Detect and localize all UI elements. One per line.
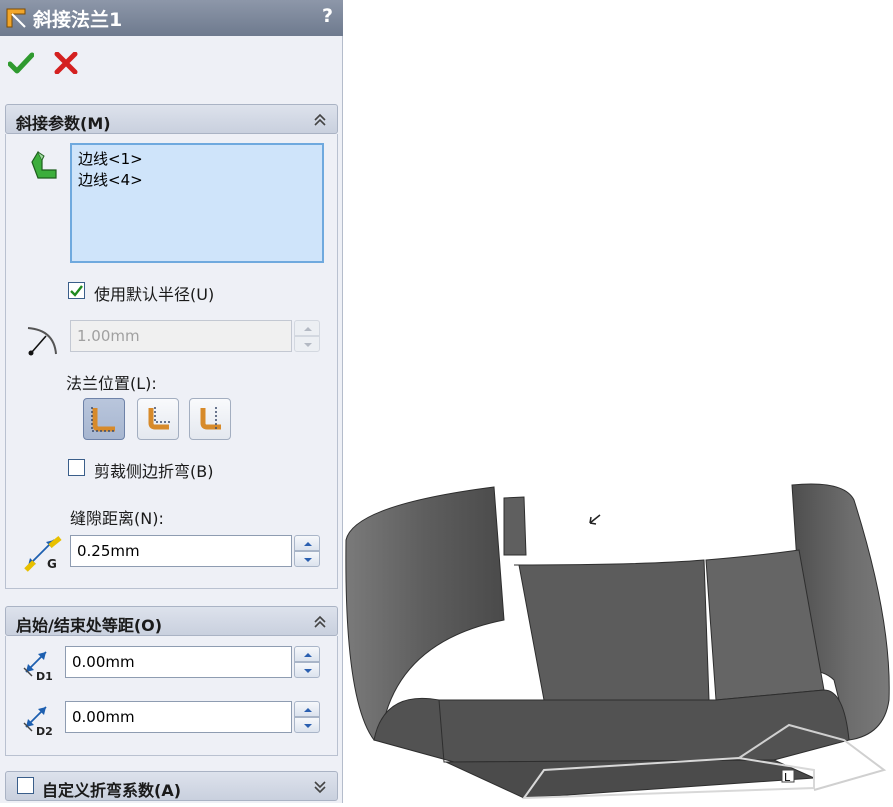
edge-selection-icon [31,150,57,179]
bend-radius-icon [27,327,57,356]
expand-chevron-icon[interactable] [313,780,327,794]
miter-params-header[interactable]: 斜接参数(M) [5,104,338,134]
list-item[interactable]: 边线<1> [78,149,316,170]
custom-bend-checkbox[interactable] [17,777,34,794]
use-default-radius-label: 使用默认半径(U) [94,285,215,304]
x-cancel-icon[interactable] [54,52,78,74]
spin-up-icon [304,653,312,657]
spin-up-icon [304,542,312,546]
edge-selection-list[interactable]: 边线<1> 边线<4> [70,143,324,263]
material-inside-button[interactable] [83,398,125,440]
spin-down-icon [304,558,312,562]
custom-bend-header[interactable]: 自定义折弯系数(A) [5,771,338,801]
d1-icon-letter: D1 [36,670,53,683]
sheet-metal-model[interactable]: L [344,0,893,803]
bend-outside-button[interactable] [189,398,231,440]
material-inside-icon [91,407,116,432]
spin-down-icon [304,724,312,728]
spin-down-icon [304,669,312,673]
material-outside-icon [148,407,170,430]
graphics-area[interactable]: L [344,0,893,803]
flange-position-label: 法兰位置(L): [66,374,157,393]
gap-distance-label: 缝隙距离(N): [70,509,164,528]
start-offset-spinner[interactable] [294,646,320,678]
offset-title: 启始/结束处等距(O) [16,616,163,635]
end-offset-spinner[interactable] [294,701,320,733]
offset-header[interactable]: 启始/结束处等距(O) [5,606,338,636]
checkmark-icon [70,285,83,297]
start-offset-field[interactable]: 0.00mm [65,646,292,678]
list-item[interactable]: 边线<4> [78,170,316,191]
trim-side-bends-checkbox[interactable] [68,459,85,476]
miter-params-title: 斜接参数(M) [16,114,111,133]
bend-outside-icon [200,407,221,431]
gap-distance-field[interactable]: 0.25mm [70,535,292,567]
bend-radius-spinner[interactable] [294,320,320,352]
end-offset-field[interactable]: 0.00mm [65,701,292,733]
spin-up-icon [304,327,312,331]
miter-flange-icon [6,8,26,28]
trim-side-bends-label: 剪裁侧边折弯(B) [94,462,214,481]
collapse-chevron-icon[interactable] [313,615,327,629]
gap-distance-spinner[interactable] [294,535,320,567]
help-icon[interactable]: ? [322,5,333,27]
material-outside-button[interactable] [137,398,179,440]
title-bar: 斜接法兰1 ? [0,0,343,36]
spin-down-icon [304,343,312,347]
panel-title: 斜接法兰1 [33,9,123,31]
d2-icon-letter: D2 [36,725,53,738]
gap-distance-icon [24,536,62,572]
gap-icon-letter: G [47,557,57,571]
collapse-chevron-icon[interactable] [313,113,327,127]
model-edge-label: L [784,771,791,784]
use-default-radius-checkbox[interactable] [68,282,85,299]
custom-bend-title: 自定义折弯系数(A) [42,781,182,800]
spin-up-icon [304,708,312,712]
property-manager-panel: 斜接法兰1 ? 斜接参数(M) 边线<1> 边线<4> 使用默认半径(U) 1.… [0,0,343,803]
bend-radius-field[interactable]: 1.00mm [70,320,292,352]
checkmark-icon[interactable] [8,52,34,74]
